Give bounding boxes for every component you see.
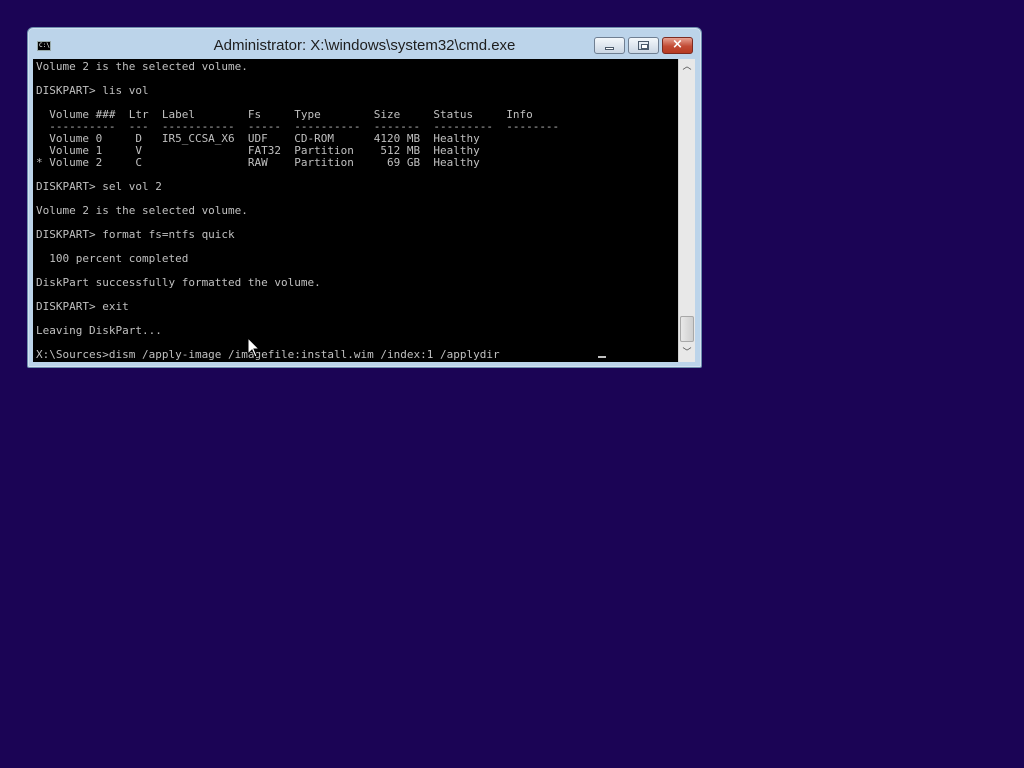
scroll-thumb[interactable] bbox=[680, 316, 694, 342]
console-line: DISKPART> lis vol bbox=[36, 84, 149, 97]
maximize-button[interactable] bbox=[628, 37, 659, 54]
close-button[interactable]: × bbox=[662, 37, 693, 54]
console-line: * Volume 2 C RAW Partition 69 GB Healthy bbox=[36, 156, 480, 169]
mouse-pointer-icon bbox=[247, 337, 261, 358]
console-line: Volume 2 is the selected volume. bbox=[36, 60, 248, 73]
console-area[interactable]: Volume 2 is the selected volume. DISKPAR… bbox=[33, 59, 678, 362]
console-output[interactable]: Volume 2 is the selected volume. DISKPAR… bbox=[33, 59, 678, 361]
console-line: DiskPart successfully formatted the volu… bbox=[36, 276, 321, 289]
chevron-down-icon: ﹀ bbox=[682, 348, 692, 358]
console-line: DISKPART> format fs=ntfs quick bbox=[36, 228, 235, 241]
console-line: DISKPART> sel vol 2 bbox=[36, 180, 162, 193]
console-line: DISKPART> exit bbox=[36, 300, 129, 313]
chevron-up-icon: ︿ bbox=[682, 62, 692, 72]
minimize-button[interactable] bbox=[594, 37, 625, 54]
cmd-window[interactable]: C:\ Administrator: X:\windows\system32\c… bbox=[27, 27, 702, 368]
minimize-icon bbox=[605, 47, 614, 50]
scroll-down-button[interactable]: ﹀ bbox=[679, 345, 695, 362]
close-icon: × bbox=[672, 37, 683, 52]
vertical-scrollbar[interactable]: ︿ ﹀ bbox=[678, 59, 695, 362]
scroll-up-button[interactable]: ︿ bbox=[679, 59, 695, 76]
maximize-icon bbox=[638, 41, 649, 50]
console-line: 100 percent completed bbox=[36, 252, 189, 265]
console-line: Leaving DiskPart... bbox=[36, 324, 162, 337]
title-bar[interactable]: C:\ Administrator: X:\windows\system32\c… bbox=[28, 28, 701, 60]
text-cursor bbox=[598, 356, 606, 358]
console-line: Volume 2 is the selected volume. bbox=[36, 204, 248, 217]
console-line: X:\Sources>dism /apply-image /imagefile:… bbox=[36, 348, 500, 361]
